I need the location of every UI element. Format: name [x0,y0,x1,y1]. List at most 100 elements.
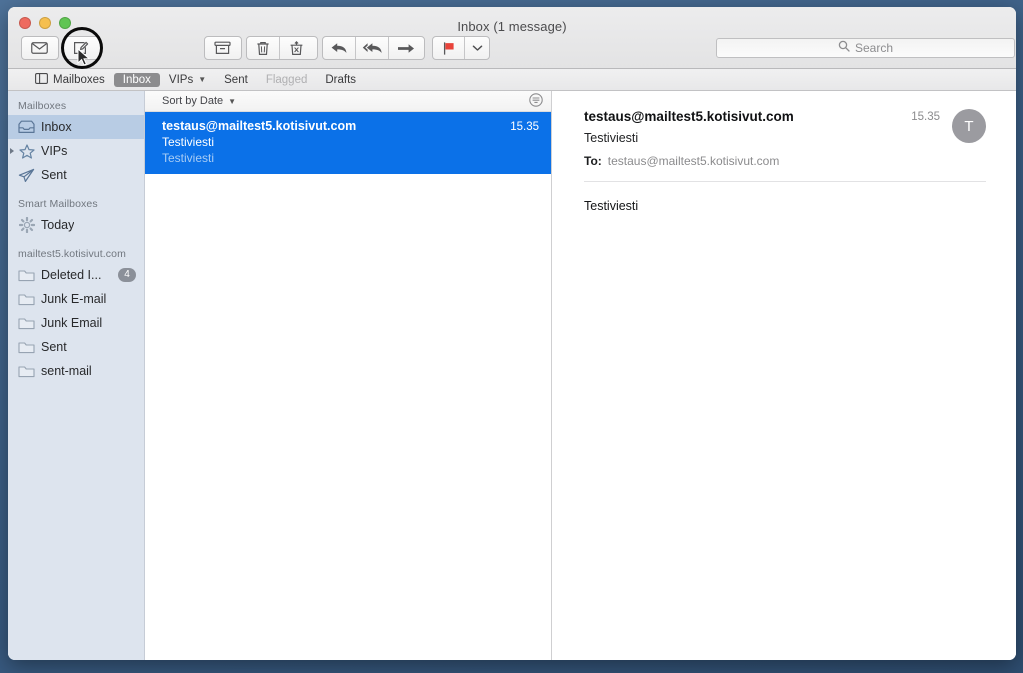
sidebar-item-label: Deleted I... [41,268,102,282]
disclosure-triangle-icon[interactable] [10,148,14,154]
reply-all-button[interactable] [356,37,389,59]
sidebar-item-label: Sent [41,168,67,182]
sidebar-item-sent[interactable]: Sent [8,163,144,187]
junk-button[interactable] [280,37,313,59]
chevron-down-icon: ▼ [228,96,237,106]
mail-window: Inbox (1 message) Search Mailboxes Inbox… [8,7,1016,660]
window-title: Inbox (1 message) [457,19,567,34]
favorites-mailboxes-toggle[interactable]: Mailboxes [26,72,114,88]
message-detail-header-text: testaus@mailtest5.kotisivut.com Testivie… [584,109,911,168]
delete-button[interactable] [247,37,280,59]
delete-junk-group [246,36,318,60]
window-body: Mailboxes Inbox VIPs Sent Smart Mailboxe… [8,91,1016,660]
forward-arrow-icon [397,42,415,55]
sidebar-item-vips[interactable]: VIPs [8,139,144,163]
message-detail-header: testaus@mailtest5.kotisivut.com Testivie… [584,109,986,168]
reply-all-arrow-icon [362,41,383,55]
junk-trash-icon [289,40,304,56]
detail-to-value[interactable]: testaus@mailtest5.kotisivut.com [608,154,780,168]
gear-icon [18,217,35,233]
sidebar-item-label: Junk E-mail [41,292,107,306]
sidebar-item-label: Inbox [41,120,72,134]
archive-box-icon [213,41,231,55]
favorites-item-label: Mailboxes [53,73,105,86]
sort-by-control[interactable]: Sort by Date ▼ [162,95,236,107]
envelope-icon [30,42,48,54]
chevron-down-icon: ▼ [198,75,207,84]
message-list-item[interactable]: testaus@mailtest5.kotisivut.com 15.35 Te… [145,112,551,174]
compose-pencil-icon [73,41,89,55]
detail-body: Testiviesti [584,199,639,213]
message-time: 15.35 [510,121,539,133]
sidebar-item-label: Junk Email [41,316,103,330]
detail-subject: Testiviesti [584,131,639,145]
sidebar-item-label: sent-mail [41,364,92,378]
favorites-item-label: VIPs [168,73,194,86]
sidebar-item-today[interactable]: Today [8,213,144,237]
inbox-icon [18,120,35,135]
folder-icon [18,340,35,355]
sidebar-section-header: mailtest5.kotisivut.com [18,248,126,260]
archive-button[interactable] [205,37,239,59]
sidebar-item-inbox[interactable]: Inbox [8,115,144,139]
reply-group [322,36,425,60]
favorites-item-flagged[interactable]: Flagged [257,73,317,87]
favorites-item-inbox[interactable]: Inbox [113,72,160,87]
flag-menu-button[interactable] [465,37,489,59]
folder-icon [18,364,35,379]
sidebar-toggle-icon [35,72,48,87]
detail-time: 15.35 [911,111,940,123]
message-list-sortbar: Sort by Date ▼ [145,91,551,112]
message-list-pane: Sort by Date ▼ testaus@mailtest5.kotisiv… [145,91,552,660]
favorites-item-drafts[interactable]: Drafts [316,73,365,87]
favorites-item-sent[interactable]: Sent [215,73,257,87]
sidebar-item-sent-folder[interactable]: Sent [8,335,144,359]
window-titlebar: Inbox (1 message) Search [8,7,1016,69]
forward-button[interactable] [389,37,422,59]
sort-by-label: Sort by Date [162,95,224,107]
message-sender: testaus@mailtest5.kotisivut.com [162,119,357,133]
sidebar-item-label: Today [41,218,75,232]
detail-sender: testaus@mailtest5.kotisivut.com [584,109,794,124]
sidebar-item-deleted-items[interactable]: Deleted I... 4 [8,263,144,287]
flag-button[interactable] [433,37,465,59]
search-input[interactable]: Search [716,38,1015,58]
sidebar-item-junk-e-mail[interactable]: Junk E-mail [8,287,144,311]
sidebar-item-junk-email[interactable]: Junk Email [8,311,144,335]
search-placeholder: Search [854,41,894,55]
message-subject: Testiviesti [162,135,215,149]
compose-button[interactable] [64,37,98,59]
filter-lines-icon[interactable] [529,92,543,110]
favorites-item-vips[interactable]: VIPs ▼ [160,73,215,87]
favorites-item-label: Inbox [122,73,151,86]
trash-icon [256,41,270,56]
message-list-empty-area [145,174,551,660]
message-row-top: testaus@mailtest5.kotisivut.com 15.35 [162,119,539,133]
favorites-bar: Mailboxes Inbox VIPs ▼ Sent Flagged Draf… [8,69,1016,91]
favorites-item-label: Flagged [265,73,308,86]
folder-icon [18,292,35,307]
unread-count-badge: 4 [118,268,136,282]
flag-group [432,36,490,60]
detail-to-label: To: [584,154,602,168]
detail-recipient-row: To: testaus@mailtest5.kotisivut.com [584,154,911,168]
favorites-item-label: Sent [224,73,248,86]
reply-arrow-icon [330,41,348,55]
favorites-item-label: Drafts [325,73,357,86]
message-preview: Testiviesti [162,151,215,165]
flag-icon [442,41,456,56]
get-mail-button[interactable] [22,37,56,59]
reply-button[interactable] [323,37,356,59]
archive-group [204,36,242,60]
chevron-down-icon [472,44,483,52]
get-mail-group [21,36,59,60]
folder-icon [18,268,35,283]
sidebar-item-sent-mail[interactable]: sent-mail [8,359,144,383]
avatar: T [952,109,986,143]
sidebar-item-label: Sent [41,340,67,354]
folder-icon [18,316,35,331]
message-detail-pane: testaus@mailtest5.kotisivut.com Testivie… [552,91,1016,660]
mailbox-sidebar: Mailboxes Inbox VIPs Sent Smart Mailboxe… [8,91,145,660]
detail-divider [584,181,986,182]
search-icon [838,39,850,57]
